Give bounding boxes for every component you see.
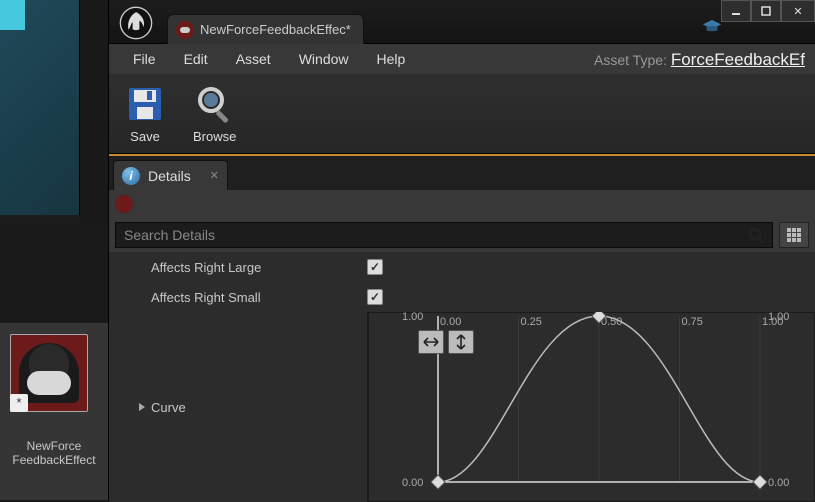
- browse-button[interactable]: Browse: [193, 83, 236, 144]
- curve-toolbar: [418, 330, 474, 354]
- search-icon: [748, 227, 766, 245]
- asset-type-readout: Asset Type: ForceFeedbackEf: [594, 50, 805, 70]
- titlebar: NewForceFeedbackEffec* ✕: [109, 0, 815, 44]
- menu-asset[interactable]: Asset: [222, 45, 285, 73]
- svg-text:1.00: 1.00: [402, 312, 423, 323]
- document-tab-title: NewForceFeedbackEffec*: [200, 22, 351, 37]
- search-placeholder: Search Details: [124, 227, 215, 243]
- divider: [0, 215, 80, 223]
- search-row: Search Details: [109, 218, 815, 252]
- toolbar: Save Browse: [109, 74, 815, 154]
- prop-label: Affects Right Large: [109, 260, 367, 275]
- document-tab[interactable]: NewForceFeedbackEffec*: [167, 14, 364, 44]
- content-browser-strip: * NewForce FeedbackEffect: [0, 0, 108, 500]
- svg-text:0.75: 0.75: [682, 316, 703, 328]
- asset-label: NewForce FeedbackEffect: [4, 416, 104, 456]
- force-feedback-icon: [176, 21, 194, 39]
- maximize-button[interactable]: [751, 0, 781, 22]
- minimize-button[interactable]: [721, 0, 751, 22]
- asset-type-value: ForceFeedbackEf: [671, 50, 805, 69]
- fit-vertical-button[interactable]: [448, 330, 474, 354]
- asset-type-label: Asset Type:: [594, 52, 667, 68]
- asset-header-row: [109, 190, 815, 218]
- browse-icon: [195, 83, 235, 125]
- menubar: File Edit Asset Window Help Asset Type: …: [109, 44, 815, 74]
- details-tab-label: Details: [148, 168, 191, 184]
- details-tab[interactable]: i Details ✕: [113, 160, 228, 190]
- menu-window[interactable]: Window: [285, 45, 363, 73]
- window-controls: ✕: [721, 0, 815, 22]
- asset-editor-window: NewForceFeedbackEffec* ✕ File Edit Asset…: [108, 0, 815, 500]
- tutorial-cap-icon[interactable]: [701, 18, 723, 34]
- viewport-sliver: [0, 0, 80, 215]
- checkbox-affects-right-small[interactable]: ✓: [367, 289, 383, 305]
- prop-curve: Curve 0.000.250.500.751.000.001.000.001.…: [109, 312, 815, 502]
- menu-edit[interactable]: Edit: [170, 45, 222, 73]
- expand-triangle-icon[interactable]: [139, 403, 145, 411]
- details-tabstrip: i Details ✕: [109, 154, 815, 190]
- prop-affects-right-large: Affects Right Large ✓: [109, 252, 815, 282]
- menu-help[interactable]: Help: [363, 45, 420, 73]
- unreal-logo-icon: [119, 6, 153, 40]
- viewport-corner: [0, 0, 25, 30]
- svg-text:0.00: 0.00: [402, 477, 423, 489]
- search-input[interactable]: Search Details: [115, 222, 773, 248]
- properties-panel: Affects Right Large ✓ Affects Right Smal…: [109, 252, 815, 502]
- svg-text:0.00: 0.00: [768, 477, 789, 489]
- curve-label: Curve: [151, 400, 186, 415]
- fit-horizontal-button[interactable]: [418, 330, 444, 354]
- svg-text:0.25: 0.25: [521, 316, 542, 328]
- browse-label: Browse: [193, 129, 236, 144]
- asset-label-line1: NewForce: [4, 440, 104, 453]
- force-feedback-icon: [115, 195, 133, 213]
- svg-text:0.00: 0.00: [440, 316, 461, 328]
- panel-gap: [0, 223, 108, 323]
- asset-label-line2: FeedbackEffect: [4, 454, 104, 467]
- menu-file[interactable]: File: [119, 45, 170, 73]
- save-label: Save: [130, 129, 160, 144]
- asset-dirty-star-icon: *: [10, 394, 28, 412]
- curve-label-column: Curve: [109, 312, 367, 502]
- prop-affects-right-small: Affects Right Small ✓: [109, 282, 815, 312]
- save-icon: [125, 83, 165, 125]
- view-options-button[interactable]: [779, 222, 809, 248]
- curve-editor[interactable]: 0.000.250.500.751.000.001.000.001.00: [367, 312, 815, 502]
- prop-label: Affects Right Small: [109, 290, 367, 305]
- close-button[interactable]: ✕: [781, 0, 815, 22]
- checkbox-affects-right-large[interactable]: ✓: [367, 259, 383, 275]
- svg-text:1.00: 1.00: [768, 312, 789, 323]
- info-icon: i: [122, 167, 140, 185]
- save-button[interactable]: Save: [125, 83, 165, 144]
- close-icon[interactable]: ✕: [210, 169, 219, 182]
